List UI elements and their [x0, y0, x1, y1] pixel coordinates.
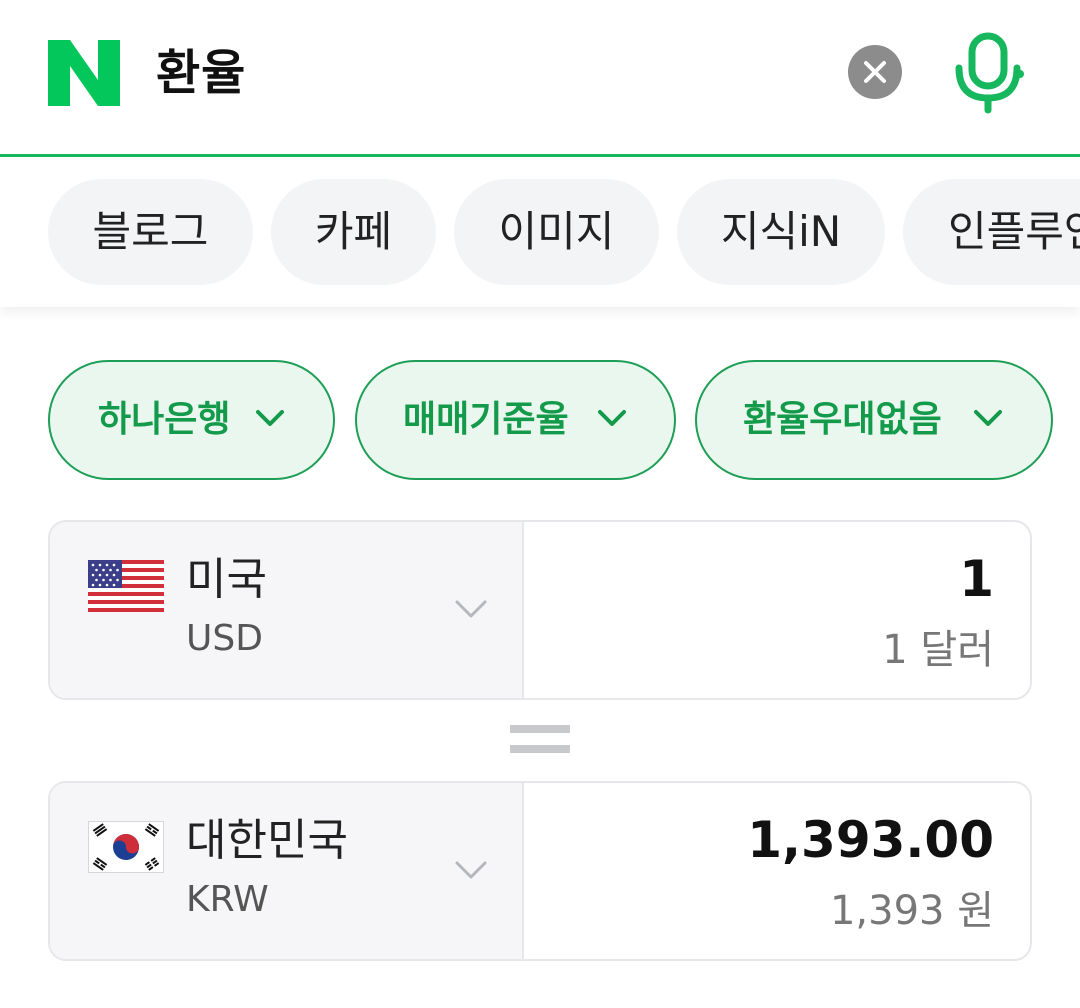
preferential-rate-select-label: 환율우대없음 — [743, 399, 942, 440]
chevron-down-icon — [974, 410, 1002, 426]
chevron-down-icon — [256, 410, 284, 426]
equals-icon — [510, 723, 570, 755]
tab-knowledge-in[interactable]: 지식iN — [677, 179, 885, 285]
bank-select[interactable]: 하나은행 — [48, 360, 335, 480]
us-flag-icon — [88, 560, 164, 612]
source-country-name: 미국 — [186, 554, 267, 605]
tab-image[interactable]: 이미지 — [454, 179, 659, 285]
chevron-down-icon — [455, 600, 487, 618]
source-amount-input[interactable]: 1 — [959, 548, 994, 610]
target-amount-input[interactable]: 1,393.00 — [747, 809, 994, 871]
source-currency-box: 미국 USD 1 1 달러 — [48, 520, 1032, 700]
tab-cafe[interactable]: 카페 — [271, 179, 436, 285]
chevron-down-icon — [598, 410, 626, 426]
preferential-rate-select[interactable]: 환율우대없음 — [695, 360, 1053, 480]
search-query[interactable]: 환율 — [156, 40, 246, 106]
naver-n-logo-icon[interactable] — [48, 40, 120, 106]
close-icon[interactable] — [848, 45, 902, 99]
target-currency-code: KRW — [186, 879, 269, 920]
search-tabs: 블로그 카페 이미지 지식iN 인플루언서 — [0, 157, 1080, 307]
target-currency-box: 대한민국 KRW 1,393.00 1,393 원 — [48, 781, 1032, 961]
source-currency-select[interactable]: 미국 USD — [50, 522, 524, 698]
microphone-icon[interactable] — [952, 30, 1024, 114]
tab-influencer[interactable]: 인플루언서 — [903, 179, 1080, 285]
search-header: 환율 — [0, 0, 1080, 157]
chevron-down-icon — [455, 861, 487, 879]
source-amount-words: 1 달러 — [882, 627, 994, 673]
target-amount-words: 1,393 원 — [829, 888, 994, 934]
rate-type-select-label: 매매기준율 — [403, 399, 569, 440]
tab-blog[interactable]: 블로그 — [48, 179, 253, 285]
kr-flag-icon — [88, 821, 164, 873]
source-currency-code: USD — [186, 618, 263, 659]
bank-select-label: 하나은행 — [98, 399, 231, 440]
target-currency-select[interactable]: 대한민국 KRW — [50, 783, 524, 959]
target-country-name: 대한민국 — [186, 815, 348, 866]
rate-type-select[interactable]: 매매기준율 — [355, 360, 676, 480]
